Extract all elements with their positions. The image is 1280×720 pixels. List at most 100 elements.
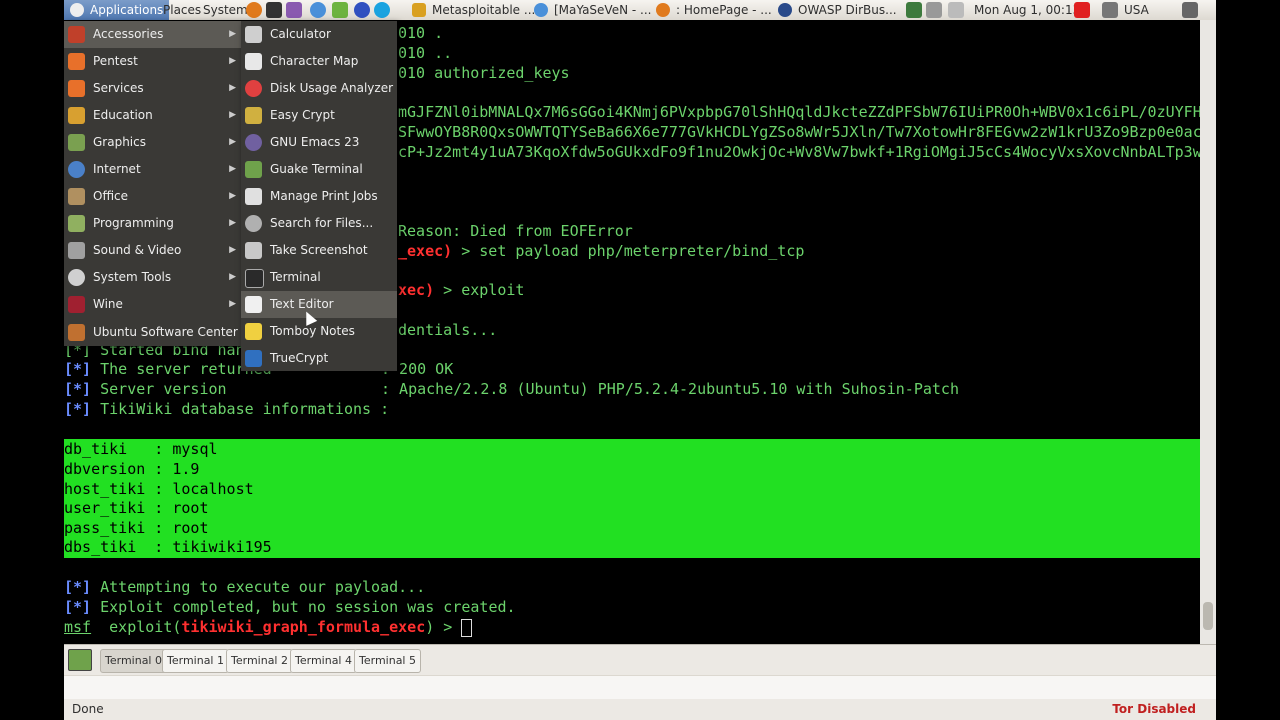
software-center-icon [68,324,85,341]
keyboard-layout[interactable]: USA [1124,0,1149,21]
folder-icon [68,53,85,70]
education-icon [68,107,85,124]
calculator-icon [245,26,262,43]
text-cursor [461,618,473,637]
terminal-line: SFwwOYB8R0QxsOWWTQTYSeBa66X6e777GVkHCDLY… [398,123,1202,141]
system-menu[interactable]: System [203,0,248,21]
db-line: pass_tiki : root [64,519,209,537]
skype-icon[interactable] [374,2,390,18]
terminal-line: 010 authorized_keys [398,64,570,82]
menu-item-terminal[interactable]: Terminal [241,264,397,291]
menu-item-services[interactable]: Services ▶ [64,75,242,102]
terminal-scrollbar[interactable] [1200,20,1216,644]
task-homepage[interactable]: : HomePage - ... [654,0,772,21]
search-icon [245,215,262,232]
terminal-line: [*] Server version [64,380,227,398]
wine-icon [68,296,85,313]
terminal-tab-bar: Terminal 0 Terminal 1 Terminal 2 Termina… [64,644,1216,675]
mail-icon[interactable] [286,2,302,18]
applications-dropdown: Accessories ▶ Pentest ▶ Services ▶ Educatio… [64,21,242,346]
programming-icon [68,215,85,232]
menu-item-calculator[interactable]: Calculator [241,21,397,48]
tab-terminal-2[interactable]: Terminal 2 [226,649,293,673]
terminal-launcher-icon[interactable] [266,2,282,18]
db-line: dbversion : 1.9 [64,460,200,478]
key-icon [245,107,262,124]
menu-item-disk-usage-analyzer[interactable]: Disk Usage Analyzer [241,75,397,102]
task-dirbuster[interactable]: OWASP DirBus... [776,0,897,21]
status-text: Done [72,702,104,716]
menu-item-internet[interactable]: Internet ▶ [64,156,242,183]
scrollbar-thumb[interactable] [1203,602,1213,630]
db-info-block: db_tiki : mysql dbversion : 1.9 host_tik… [64,439,1200,558]
menu-item-wine[interactable]: Wine ▶ [64,291,242,318]
tab-terminal-0[interactable]: Terminal 0 [100,649,167,673]
top-panel: Applications Places System Metasploitabl… [64,0,1216,22]
terminal-line: _exec) > set payload php/meterpreter/bin… [398,242,805,260]
clock[interactable]: Mon Aug 1, 00:13 [974,0,1080,21]
menu-item-guake-terminal[interactable]: Guake Terminal [241,156,397,183]
truecrypt-icon [245,350,262,367]
firefox-icon [656,3,670,17]
prompt-line: msf exploit(tikiwiki_graph_formula_exec)… [64,617,473,637]
terminal-line: xec) > exploit [398,281,525,299]
java-icon [778,3,792,17]
menu-item-programming[interactable]: Programming ▶ [64,210,242,237]
notes-icon [245,323,262,340]
tab-terminal-5[interactable]: Terminal 5 [354,649,421,673]
graphics-icon [68,134,85,151]
menu-item-office[interactable]: Office ▶ [64,183,242,210]
terminal-line: 010 . [398,24,444,42]
battery-icon[interactable] [948,2,964,18]
browser-content-strip [64,675,1216,700]
db-line: db_tiki : mysql [64,440,218,458]
character-map-icon [245,53,262,70]
tor-status-button[interactable]: Tor Disabled [1112,699,1196,720]
text-editor-icon [245,296,262,313]
menu-item-easy-crypt[interactable]: Easy Crypt [241,102,397,129]
camera-icon [245,242,262,259]
terminal-line: [*] TikiWiki database informations : [64,400,390,418]
network-icon[interactable] [926,2,942,18]
menu-item-graphics[interactable]: Graphics ▶ [64,129,242,156]
menu-item-character-map[interactable]: Character Map [241,48,397,75]
task-metasploitable[interactable]: Metasploitable ... [410,0,535,21]
menu-item-system-tools[interactable]: System Tools ▶ [64,264,242,291]
menu-item-software-center[interactable]: Ubuntu Software Center [64,319,242,346]
menu-item-truecrypt[interactable]: TrueCrypt [241,345,397,372]
record-icon[interactable] [1074,2,1090,18]
sound-video-icon [68,242,85,259]
menu-item-text-editor[interactable]: Text Editor [241,291,397,318]
ubuntu-foot-icon [70,3,84,17]
applications-menu[interactable]: Applications [64,0,170,21]
terminal-line: cP+Jz2mt4y1uA73KqoXfdw5oGUkxdFo9f1nu2Owk… [398,143,1202,161]
menu-item-education[interactable]: Education ▶ [64,102,242,129]
firefox-icon[interactable] [246,2,262,18]
terminal-line: 010 .. [398,44,453,62]
menu-item-manage-print-jobs[interactable]: Manage Print Jobs [241,183,397,210]
keyboard-icon[interactable] [1102,2,1118,18]
places-menu[interactable]: Places [163,0,201,21]
terminal-icon [245,269,264,288]
menu-item-sound-video[interactable]: Sound & Video ▶ [64,237,242,264]
db-line: dbs_tiki : tikiwiki195 [64,538,272,556]
folder-icon [68,80,85,97]
update-icon[interactable] [906,2,922,18]
pidgin-icon[interactable] [332,2,348,18]
menu-item-accessories[interactable]: Accessories ▶ [64,21,242,48]
task-mayaseven[interactable]: [MaYaSeVeN - ... [532,0,651,21]
menu-item-search-for-files[interactable]: Search for Files... [241,210,397,237]
power-icon[interactable] [1182,2,1198,18]
db-line: host_tiki : localhost [64,480,254,498]
menu-item-gnu-emacs[interactable]: GNU Emacs 23 [241,129,397,156]
tab-terminal-1[interactable]: Terminal 1 [162,649,229,673]
office-icon [68,188,85,205]
accessories-icon [68,26,85,43]
menu-item-take-screenshot[interactable]: Take Screenshot [241,237,397,264]
tab-terminal-4[interactable]: Terminal 4 [290,649,357,673]
menu-item-tomboy-notes[interactable]: Tomboy Notes [241,318,397,345]
guake-icon[interactable] [68,649,92,671]
chrome-icon[interactable] [310,2,326,18]
eclipse-icon[interactable] [354,2,370,18]
menu-item-pentest[interactable]: Pentest ▶ [64,48,242,75]
